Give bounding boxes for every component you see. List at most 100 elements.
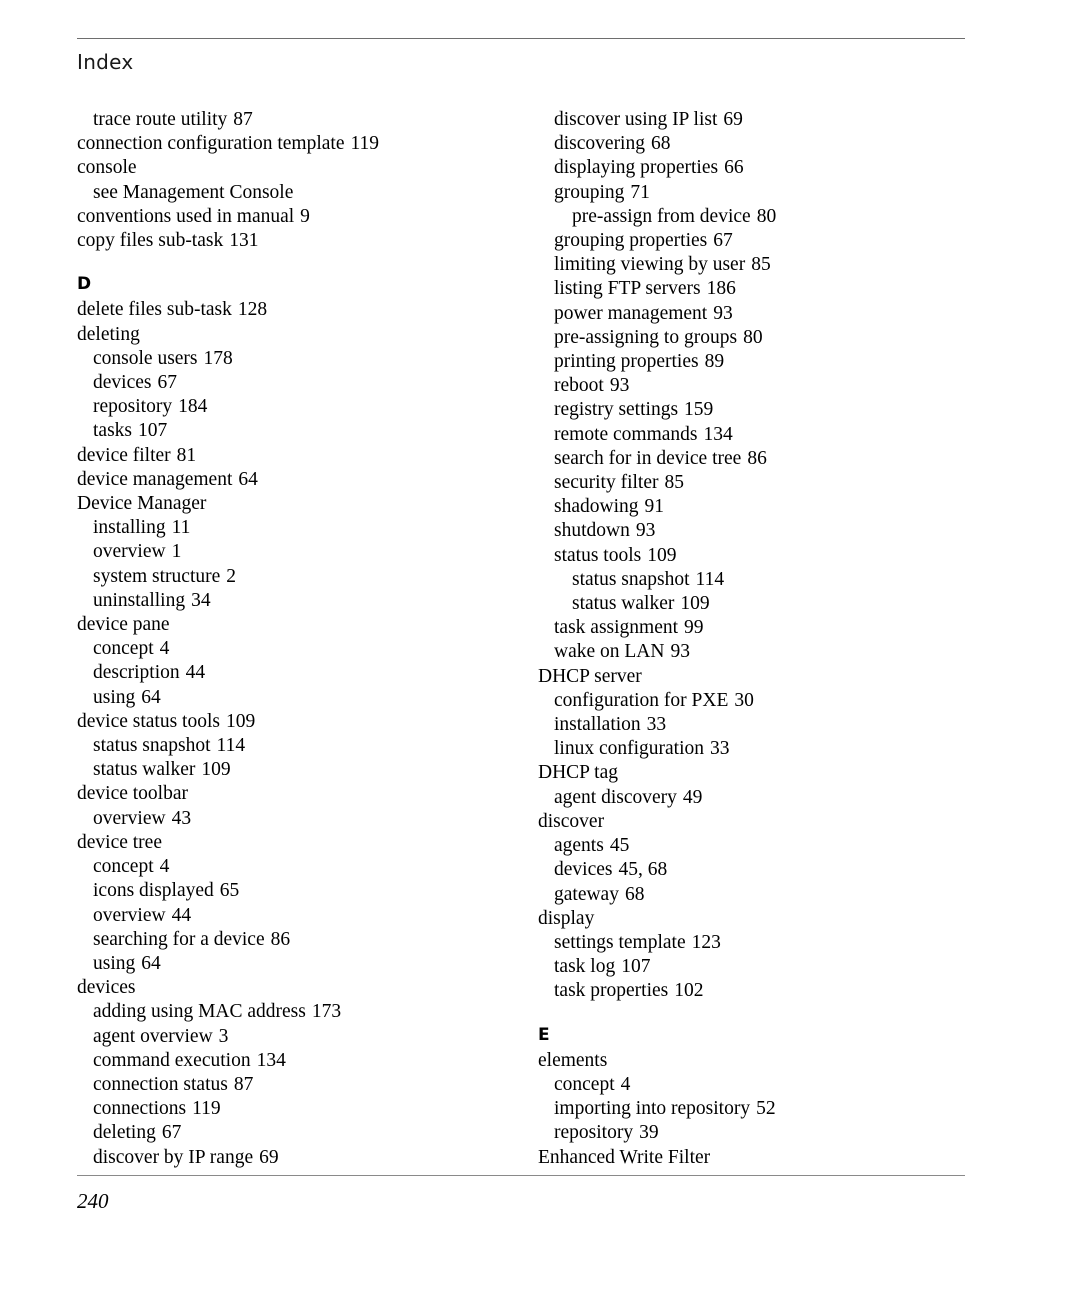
index-entry: pre-assign from device 80 <box>538 205 968 229</box>
index-entry: devices <box>77 976 497 1000</box>
index-entry: deleting <box>77 323 497 347</box>
index-entry: discover <box>538 810 968 834</box>
index-entry-term: printing properties <box>554 351 699 373</box>
index-entry-term: power management <box>554 302 708 324</box>
index-entry: discovering 68 <box>538 132 968 156</box>
index-entry-term: importing into repository <box>554 1098 751 1120</box>
index-entry-locator: 107 <box>138 420 168 442</box>
index-entry-locator: 4 <box>159 856 170 878</box>
index-entry: agent overview 3 <box>77 1025 497 1049</box>
index-entry-locator: 91 <box>644 496 665 518</box>
index-entry-term: security filter <box>554 472 659 494</box>
index-entry: command execution 134 <box>77 1049 497 1073</box>
index-entry-term: system structure <box>93 565 221 587</box>
index-entry: display <box>538 907 968 931</box>
index-entry: conventions used in manual 9 <box>77 205 497 229</box>
index-entry-term: copy files sub-task <box>77 230 224 252</box>
index-entry-term: deleting <box>77 323 140 345</box>
index-entry: device management 64 <box>77 468 497 492</box>
index-entry-term: devices <box>77 977 136 999</box>
index-entry: tasks 107 <box>77 419 497 443</box>
index-entry: devices 45, 68 <box>538 858 968 882</box>
index-entry-term: linux configuration <box>554 738 705 760</box>
index-entry-term: reboot <box>554 375 604 397</box>
index-entry-term: repository <box>554 1122 634 1144</box>
index-entry-term: pre-assign from device <box>572 205 751 227</box>
index-entry: printing properties 89 <box>538 350 968 374</box>
index-entry-term: discover using IP list <box>554 109 718 130</box>
index-entry-locator: 68 <box>624 883 645 905</box>
index-entry-term: installation <box>554 714 641 736</box>
index-entry-locator: 119 <box>350 133 380 155</box>
index-entry-term: command execution <box>93 1049 251 1071</box>
index-entry: linux configuration 33 <box>538 737 968 761</box>
index-entry-locator: 134 <box>703 423 733 445</box>
index-entry-term: adding using MAC address <box>93 1001 306 1023</box>
index-entry: DHCP tag <box>538 761 968 785</box>
index-entry-term: task log <box>554 956 616 978</box>
index-entry-locator: 52 <box>756 1098 776 1120</box>
index-entry: uninstalling 34 <box>77 589 497 613</box>
index-entry: displaying properties 66 <box>538 156 968 180</box>
letter-section-heading: E <box>538 1024 550 1045</box>
index-entry-term: tasks <box>93 420 132 442</box>
index-entry-term: status snapshot <box>93 735 211 757</box>
index-entry-locator: 45, 68 <box>618 859 668 881</box>
index-entry-locator: 65 <box>219 880 240 902</box>
index-entry-locator: 159 <box>684 399 714 421</box>
index-entry-locator: 68 <box>650 133 671 155</box>
index-entry-term: repository <box>93 396 173 418</box>
index-entry-term: status snapshot <box>572 568 690 590</box>
index-column-left: trace route utility 87 connection configur… <box>77 108 497 1170</box>
index-entry-locator: 93 <box>635 520 656 542</box>
index-entry: status walker 109 <box>538 592 968 616</box>
index-entry: using 64 <box>77 952 497 976</box>
index-entry-term: status walker <box>572 593 675 615</box>
index-entry-term: devices <box>93 372 152 394</box>
index-entry-term: overview <box>93 541 166 563</box>
index-entry-term: see Management Console <box>93 181 294 203</box>
index-page: Index trace route utility 87 connection co… <box>0 0 1080 1311</box>
index-entry-term: grouping <box>554 181 625 203</box>
index-entry-term: description <box>93 662 180 684</box>
index-entry-term: settings template <box>554 931 686 953</box>
index-entry-locator: 9 <box>300 205 310 227</box>
index-entry: limiting viewing by user 85 <box>538 253 968 277</box>
index-entry: concept 4 <box>538 1073 968 1097</box>
index-entry: device toolbar <box>77 782 497 806</box>
index-entry-locator: 114 <box>695 568 725 590</box>
index-entry-locator: 64 <box>141 952 161 974</box>
index-entry: device pane <box>77 613 497 637</box>
index-entry-term: device pane <box>77 614 170 636</box>
index-entry: device status tools 109 <box>77 710 497 734</box>
index-entry-term: console users <box>93 347 198 369</box>
letter-section-heading: D <box>77 274 92 295</box>
index-entry-locator: 30 <box>734 689 754 711</box>
index-entry: adding using MAC address 173 <box>77 1000 497 1024</box>
index-entry-term: discover <box>538 810 605 832</box>
index-entry-locator: 131 <box>229 230 259 252</box>
index-entry-locator: 43 <box>171 807 192 829</box>
index-entry-term: concept <box>93 856 154 878</box>
index-entry: task assignment 99 <box>538 616 968 640</box>
index-entry: grouping properties 67 <box>538 229 968 253</box>
index-entry-term: remote commands <box>554 423 698 445</box>
index-entry-locator: 178 <box>203 347 233 369</box>
index-entry-locator: 67 <box>157 372 177 394</box>
index-entry: pre-assigning to groups 80 <box>538 326 968 350</box>
index-entry-term: device filter <box>77 444 171 466</box>
index-entry-term: overview <box>93 904 166 926</box>
index-entry-locator: 109 <box>225 710 256 732</box>
index-entry-locator: 4 <box>620 1073 631 1095</box>
index-entry: delete files sub-task 128 <box>77 298 497 322</box>
index-entry: configuration for PXE 30 <box>538 689 968 713</box>
index-entry-locator: 11 <box>171 517 191 539</box>
index-entry: power management 93 <box>538 302 968 326</box>
index-entry: shutdown 93 <box>538 519 968 543</box>
index-entry: device filter 81 <box>77 444 497 468</box>
index-entry-term: DHCP tag <box>538 762 618 784</box>
index-entry: description 44 <box>77 661 497 685</box>
index-entry: connection configuration template 119 <box>77 132 497 156</box>
index-entry: Enhanced Write Filter <box>538 1146 968 1170</box>
index-entry-term: status tools <box>554 544 642 566</box>
